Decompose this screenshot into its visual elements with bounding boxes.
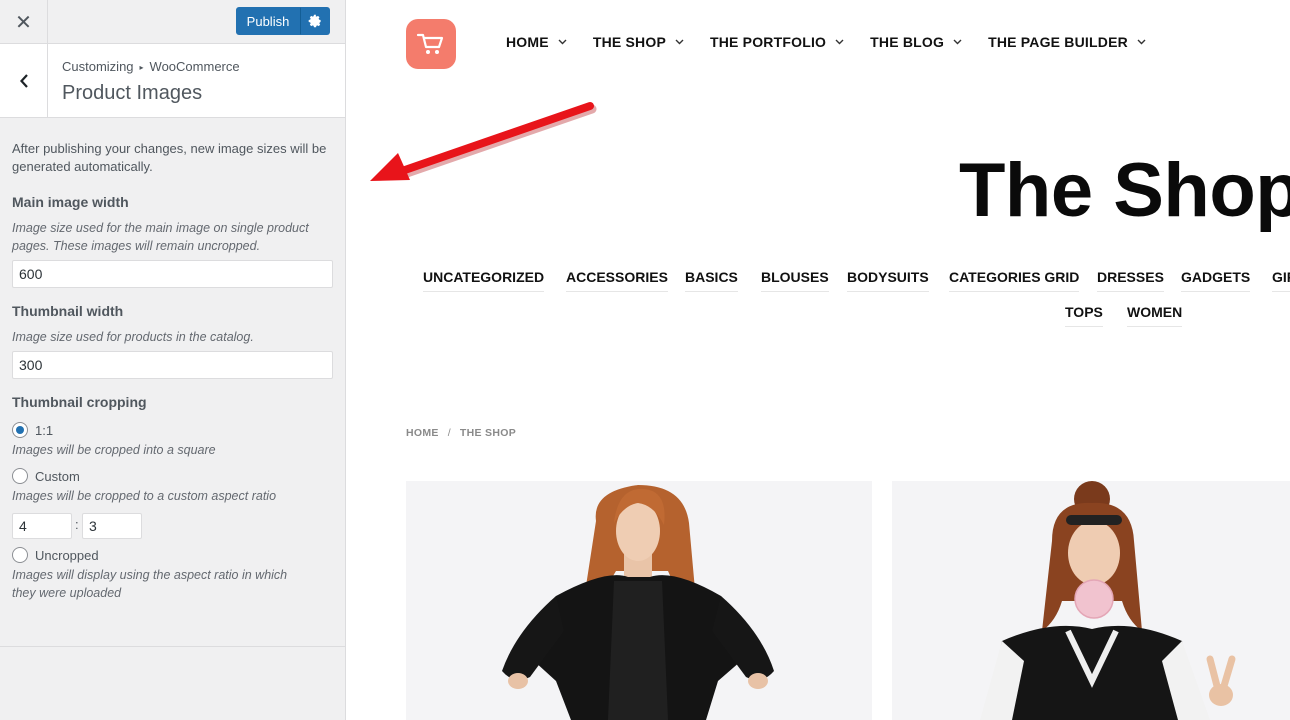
aspect-ratio-height-input[interactable]: 3 bbox=[82, 513, 142, 539]
thumbnail-cropping-label: Thumbnail cropping bbox=[12, 394, 147, 410]
radio-button[interactable] bbox=[12, 468, 28, 484]
customizer-sidebar: ✕ Publish Customizing ▸ WooCommerce Produc… bbox=[0, 0, 346, 720]
radio-label: Uncropped bbox=[35, 547, 99, 563]
category-gadgets[interactable]: GADGETS bbox=[1181, 269, 1251, 292]
site-preview: HOME THE SHOP THE PORTFOLIO THE BLOG THE… bbox=[346, 0, 1290, 720]
nav-label: THE PORTFOLIO bbox=[709, 34, 827, 50]
page-breadcrumb: HOME / THE SHOP bbox=[406, 427, 516, 439]
page-title: The Shop bbox=[959, 148, 1290, 233]
category-uncategorized[interactable]: UNCATEGORIZED bbox=[423, 269, 545, 292]
thumbnail-width-label: Thumbnail width bbox=[12, 303, 124, 319]
close-customizer-button[interactable]: ✕ bbox=[0, 0, 48, 44]
section-header: Customizing ▸ WooCommerce Product Images bbox=[0, 44, 345, 118]
chevron-down-icon bbox=[675, 39, 684, 45]
main-image-width-description: Image size used for the main image on si… bbox=[12, 221, 309, 253]
breadcrumb-current: THE SHOP bbox=[459, 427, 516, 439]
category-basics[interactable]: BASICS bbox=[685, 269, 738, 292]
product-image[interactable] bbox=[406, 481, 872, 720]
breadcrumb-panel: WooCommerce bbox=[149, 59, 240, 74]
nav-label: THE SHOP bbox=[592, 34, 666, 50]
nav-item-the-portfolio[interactable]: THE PORTFOLIO bbox=[710, 34, 844, 50]
sidebar-divider bbox=[0, 646, 345, 647]
publish-button[interactable]: Publish bbox=[236, 7, 300, 35]
category-gifts[interactable]: GIFTS bbox=[1272, 269, 1290, 292]
chevron-left-icon bbox=[19, 73, 28, 88]
radio-description: Images will be cropped into a square bbox=[12, 443, 216, 457]
back-button[interactable] bbox=[0, 44, 48, 117]
cropping-option-custom[interactable]: Custom bbox=[12, 468, 80, 484]
customizer-header: ✕ Publish bbox=[0, 0, 345, 44]
nav-label: HOME bbox=[506, 34, 549, 50]
category-bodysuits[interactable]: BODYSUITS bbox=[847, 269, 929, 292]
nav-item-home[interactable]: HOME bbox=[506, 34, 567, 50]
site-logo[interactable] bbox=[406, 19, 456, 69]
category-blouses[interactable]: BLOUSES bbox=[761, 269, 829, 292]
radio-button[interactable] bbox=[12, 547, 28, 563]
gear-icon bbox=[308, 14, 321, 28]
breadcrumb-separator: / bbox=[447, 427, 451, 439]
nav-item-the-shop[interactable]: THE SHOP bbox=[593, 34, 684, 50]
radio-description: Images will display using the aspect rat… bbox=[12, 568, 288, 600]
main-image-width-label: Main image width bbox=[12, 194, 129, 210]
chevron-down-icon bbox=[1137, 39, 1146, 45]
chevron-down-icon bbox=[953, 39, 962, 45]
radio-label: Custom bbox=[35, 468, 80, 484]
main-navigation: HOME THE SHOP THE PORTFOLIO THE BLOG THE… bbox=[506, 34, 1172, 50]
category-accessories[interactable]: ACCESSORIES bbox=[566, 269, 668, 292]
chevron-down-icon bbox=[835, 39, 844, 45]
category-women[interactable]: WOMEN bbox=[1127, 304, 1183, 327]
thumbnail-width-input[interactable]: 300 bbox=[12, 351, 333, 379]
radio-description: Images will be cropped to a custom aspec… bbox=[12, 489, 277, 503]
category-dresses[interactable]: DRESSES bbox=[1097, 269, 1164, 292]
annotation-arrow-icon bbox=[370, 102, 597, 181]
category-tops[interactable]: TOPS bbox=[1065, 304, 1103, 327]
nav-label: THE PAGE BUILDER bbox=[988, 34, 1128, 50]
section-title: Product Images bbox=[62, 82, 203, 104]
radio-button[interactable] bbox=[12, 422, 28, 438]
nav-item-the-page-builder[interactable]: THE PAGE BUILDER bbox=[988, 34, 1146, 50]
product-card[interactable] bbox=[892, 481, 1290, 720]
chevron-down-icon bbox=[558, 39, 567, 45]
product-card[interactable] bbox=[406, 481, 872, 720]
breadcrumb-separator-icon: ▸ bbox=[139, 63, 144, 72]
cropping-option-square[interactable]: 1:1 bbox=[12, 422, 53, 438]
nav-item-the-blog[interactable]: THE BLOG bbox=[870, 34, 962, 50]
breadcrumb-home-link[interactable]: HOME bbox=[406, 427, 439, 439]
publish-settings-button[interactable] bbox=[300, 7, 330, 35]
product-image[interactable] bbox=[892, 481, 1290, 720]
thumbnail-width-description: Image size used for products in the cata… bbox=[12, 330, 254, 344]
breadcrumb-root: Customizing bbox=[62, 59, 134, 74]
cropping-option-uncropped[interactable]: Uncropped bbox=[12, 547, 99, 563]
customizer-breadcrumb: Customizing ▸ WooCommerce bbox=[62, 59, 240, 74]
publish-group: Publish bbox=[236, 7, 330, 35]
aspect-ratio-width-input[interactable]: 4 bbox=[12, 513, 72, 539]
regenerate-notice: After publishing your changes, new image… bbox=[12, 141, 327, 174]
aspect-ratio-separator: : bbox=[75, 517, 79, 532]
main-image-width-input[interactable]: 600 bbox=[12, 260, 333, 288]
radio-checked-dot bbox=[16, 426, 24, 434]
close-icon: ✕ bbox=[15, 11, 32, 34]
shopping-cart-icon bbox=[416, 33, 444, 54]
category-categories-grid[interactable]: CATEGORIES GRID bbox=[949, 269, 1080, 292]
radio-label: 1:1 bbox=[35, 422, 54, 438]
nav-label: THE BLOG bbox=[870, 34, 945, 50]
